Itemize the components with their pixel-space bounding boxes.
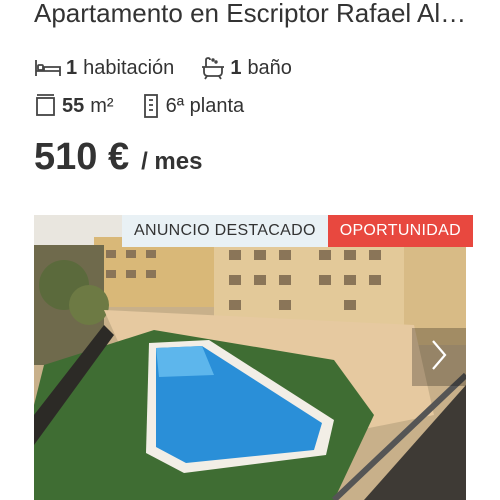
feature-area: 55 m² [34,94,114,118]
chevron-right-icon [429,338,449,377]
floor-label: 6ª planta [165,94,245,117]
building-icon [140,93,162,119]
rooms-count: 1 [66,56,78,79]
area-icon [34,94,58,118]
feature-rooms: 1 habitación [34,57,174,80]
price-amount: 510 € [34,136,130,178]
bathtub-icon [200,56,226,80]
rooms-label: habitación [83,56,175,79]
photo-pool-image [34,215,466,500]
price-period: / mes [141,148,203,175]
listing-title[interactable]: Apartamento en Escriptor Rafael Alberti [34,0,474,30]
area-value: 55 [62,94,85,117]
bed-icon [34,57,62,79]
listing-photo[interactable] [34,215,466,500]
badges: ANUNCIO DESTACADO OPORTUNIDAD [122,215,473,247]
gallery-next-button[interactable] [412,328,466,386]
baths-count: 1 [230,56,242,79]
price: 510 € / mes [34,136,202,179]
feature-baths: 1 baño [200,56,292,80]
area-unit: m² [90,94,114,117]
features-row-2: 55 m² 6ª planta [34,93,270,119]
badge-opportunity: OPORTUNIDAD [327,215,473,247]
baths-label: baño [247,56,292,79]
badge-featured: ANUNCIO DESTACADO [122,215,328,247]
feature-floor: 6ª planta [140,93,245,119]
features-row-1: 1 habitación 1 baño [34,56,318,80]
